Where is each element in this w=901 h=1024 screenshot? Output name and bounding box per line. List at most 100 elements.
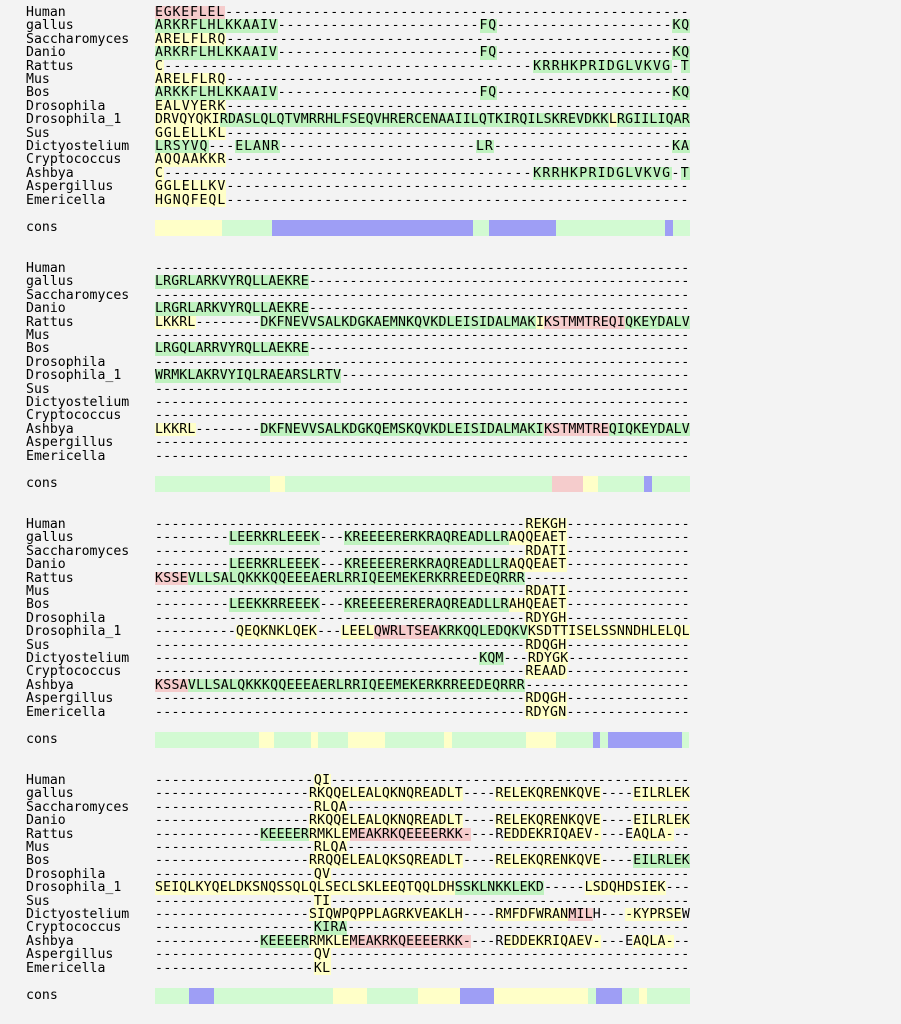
consensus-cell — [188, 988, 198, 1004]
sequence-text: ----------------------------------------… — [155, 354, 690, 370]
species-name: Cryptococcus — [26, 920, 122, 936]
consensus-cell — [506, 476, 515, 492]
species-name: Bos — [26, 341, 50, 357]
sequence-text: DRVQYQKIRDASLQLQTVMRRHLFSEQVHRERCENAAIIL… — [155, 112, 690, 128]
sequence-text: ----------------------------------------… — [155, 517, 690, 532]
species-name: Human — [26, 517, 66, 532]
consensus-cell — [460, 476, 469, 492]
consensus-cell — [261, 476, 270, 492]
consensus-cell — [596, 988, 605, 1004]
consensus-cell — [452, 476, 461, 492]
sequence-text: ----------------------------------------… — [155, 691, 690, 707]
sequence-text: -------------------RLQA-----------------… — [155, 799, 690, 815]
sequence-text: EALVYERK--------------------------------… — [155, 98, 690, 114]
consensus-cell — [316, 988, 325, 1004]
consensus-cell — [214, 988, 223, 1004]
consensus-cell — [171, 988, 181, 1004]
consensus-cell — [223, 476, 232, 492]
consensus-cell — [477, 988, 486, 1004]
consensus-cell — [206, 732, 215, 748]
consensus-cell — [519, 988, 529, 1004]
consensus-cell — [514, 476, 522, 492]
species-name: Saccharomyces — [26, 799, 130, 815]
species-name: gallus — [26, 274, 74, 290]
consensus-cell — [361, 476, 369, 492]
consensus-cell — [562, 988, 571, 1004]
consensus-label: cons — [26, 732, 58, 747]
consensus-cell — [205, 988, 215, 1004]
consensus-cell — [324, 988, 334, 1004]
sequence-text: ----------------------------------------… — [155, 610, 690, 626]
consensus-cell — [656, 220, 665, 236]
species-name: Aspergillus — [26, 947, 114, 963]
sequence-text: LKKRL--------DKFNEVVSALKDGKAEMNKQVKDLEIS… — [155, 314, 690, 330]
consensus-cell — [305, 220, 314, 236]
consensus-cell — [468, 988, 478, 1004]
species-name: Danio — [26, 301, 66, 317]
consensus-cell — [536, 988, 546, 1004]
species-name: Drosophila_1 — [26, 368, 122, 384]
consensus-cell — [221, 220, 231, 236]
consensus-cell — [451, 988, 461, 1004]
sequence-text: LRGQLARRVYRQLLAEKRE---------------------… — [155, 341, 690, 357]
sequence-text: GGLELLKV--------------------------------… — [155, 179, 690, 195]
consensus-cell — [246, 220, 256, 236]
consensus-cell — [598, 476, 606, 492]
consensus-cell — [605, 476, 614, 492]
species-name: Ashbya — [26, 421, 74, 437]
consensus-cell — [214, 732, 222, 748]
consensus-cell — [651, 476, 660, 492]
species-name: Mus — [26, 72, 50, 87]
consensus-cell — [370, 732, 378, 748]
species-name: Danio — [26, 557, 66, 573]
sequence-text: AQQAAKKR--------------------------------… — [155, 152, 690, 168]
consensus-cell — [368, 476, 377, 492]
consensus-cell — [582, 476, 591, 492]
consensus-cell — [341, 988, 351, 1004]
sequence-text: -------------------TI-------------------… — [155, 893, 690, 909]
consensus-cell — [300, 476, 308, 492]
consensus-cell — [666, 476, 675, 492]
consensus-cell — [590, 476, 599, 492]
species-name: Emericella — [26, 960, 106, 976]
consensus-cell — [621, 476, 629, 492]
consensus-cell — [184, 732, 193, 748]
species-name: Dictyostelium — [26, 651, 130, 666]
sequence-text: ----------------------------------------… — [155, 328, 690, 343]
consensus-cell — [434, 988, 444, 1004]
consensus-cell — [581, 220, 590, 236]
consensus-cell — [392, 988, 402, 1004]
consensus-cell — [638, 988, 648, 1004]
consensus-cell — [280, 220, 289, 236]
consensus-cell — [391, 476, 400, 492]
consensus-cell — [621, 988, 631, 1004]
sequence-text: ARKRFLHLKKAAIV-----------------------FQ-… — [155, 18, 690, 34]
consensus-cell — [430, 476, 438, 492]
consensus-cell — [644, 476, 652, 492]
consensus-cell — [197, 988, 206, 1004]
sequence-text: ----------------------------------------… — [155, 408, 690, 424]
species-name: Drosophila_1 — [26, 112, 122, 128]
consensus-cell — [488, 732, 497, 748]
sequence-text: ---------LEERKRLEEEK---KREEEERERKRAQREAD… — [155, 557, 690, 573]
consensus-cell — [380, 220, 390, 236]
consensus-cell — [451, 732, 460, 748]
species-name: Cryptococcus — [26, 664, 122, 680]
consensus-cell — [422, 220, 431, 236]
consensus-cell — [163, 220, 172, 236]
consensus-cell — [674, 732, 682, 748]
consensus-cell — [589, 220, 599, 236]
consensus-cell — [466, 732, 475, 748]
consensus-cell — [340, 732, 348, 748]
consensus-cell — [544, 476, 553, 492]
consensus-cell — [236, 732, 245, 748]
sequence-text: LRGRLARKVYRQLLAEKRE---------------------… — [155, 274, 690, 290]
consensus-cell — [269, 476, 278, 492]
consensus-cell — [496, 732, 504, 748]
consensus-cell — [502, 988, 512, 1004]
species-name: Saccharomyces — [26, 287, 130, 303]
consensus-cell — [548, 732, 556, 748]
consensus-cell — [655, 988, 665, 1004]
species-name: Sus — [26, 637, 50, 653]
consensus-cell — [313, 220, 323, 236]
